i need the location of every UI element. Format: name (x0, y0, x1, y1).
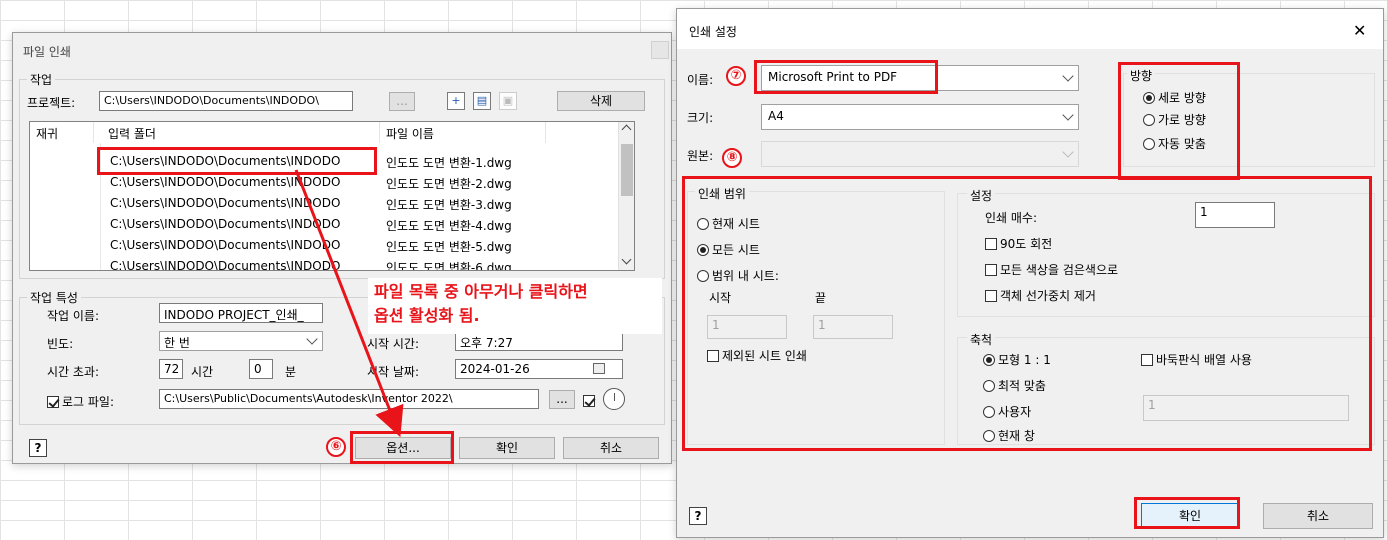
row-folder: C:\Users\INDODO\Documents\INDODO (110, 217, 341, 231)
paper-size-label: 크기: (687, 111, 714, 125)
col-folder-header[interactable]: 입력 폴더 (102, 122, 380, 143)
list-scrollbar[interactable] (618, 122, 634, 270)
help-icon[interactable]: ? (29, 439, 47, 457)
project-path-field[interactable]: C:\Users\INDODO\Documents\INDODO\ (99, 91, 353, 111)
scroll-thumb[interactable] (621, 144, 633, 196)
highlight-printer-name (754, 60, 938, 94)
row-file: 인도도 도면 변환-4.dwg (386, 219, 512, 233)
highlight-orientation (1118, 62, 1240, 180)
ok-button[interactable]: 확인 (459, 437, 555, 459)
close-icon[interactable] (651, 41, 669, 59)
row-folder: C:\Users\INDODO\Documents\INDODO (110, 238, 341, 252)
timeout-label: 시간 초과: (47, 365, 100, 379)
row-file: 인도도 도면 변환-6.dwg (386, 261, 512, 271)
chevron-down-icon (306, 333, 318, 345)
log-file-field[interactable]: C:\Users\Public\Documents\Autodesk\Inven… (159, 389, 539, 409)
add-disabled-icon: ▣ (499, 92, 517, 110)
table-row[interactable]: C:\Users\INDODO\Documents\INDODO 인도도 도면 … (30, 213, 620, 234)
step-6-badge: ⑥ (326, 437, 346, 457)
file-list[interactable]: 재귀 입력 폴더 파일 이름 C:\Users\INDODO\Documents… (29, 121, 635, 271)
row-folder: C:\Users\INDODO\Documents\INDODO (110, 175, 341, 189)
highlight-print-options (682, 176, 1372, 451)
row-folder: C:\Users\INDODO\Documents\INDODO (110, 196, 341, 210)
cancel-button[interactable]: 취소 (563, 437, 659, 459)
title-bar (677, 9, 1383, 49)
table-row[interactable]: C:\Users\INDODO\Documents\INDODO 인도도 도면 … (30, 234, 620, 255)
callout-line-1: 파일 목록 중 아무거나 클릭하면 (374, 282, 588, 301)
dialog-title: 인쇄 설정 (689, 25, 737, 39)
row-file: 인도도 도면 변환-1.dwg (386, 156, 512, 170)
add-folder-icon[interactable]: ▤ (473, 92, 491, 110)
delete-button[interactable]: 삭제 (557, 91, 645, 111)
callout-line-2: 옵션 활성화 됨. (374, 306, 480, 325)
start-time-label: 시작 시간: (367, 337, 420, 351)
log-browse-button[interactable]: ... (549, 390, 575, 409)
job-name-field[interactable]: INDODO PROJECT_인쇄_ (159, 303, 323, 323)
paper-size-value: A4 (768, 109, 784, 123)
timeout-minutes-field[interactable]: 0 (249, 359, 273, 379)
step-7-badge: ⑦ (726, 66, 746, 86)
help-icon[interactable]: ? (689, 507, 707, 525)
hours-unit: 시간 (191, 365, 214, 379)
calendar-icon[interactable] (593, 363, 605, 374)
project-browse-button[interactable]: ... (389, 92, 415, 111)
log-file-label: 로그 파일: (62, 395, 115, 409)
task-group-label: 작업 (27, 71, 56, 88)
minutes-unit: 분 (285, 365, 297, 379)
row-file: 인도도 도면 변환-3.dwg (386, 198, 512, 212)
clock-hand (614, 393, 615, 401)
table-row[interactable]: C:\Users\INDODO\Documents\INDODO 인도도 도면 … (30, 192, 620, 213)
scroll-up-icon[interactable] (621, 124, 632, 135)
job-name-label: 작업 이름: (47, 309, 100, 323)
close-icon[interactable]: ✕ (1353, 21, 1366, 40)
highlight-first-row (97, 147, 377, 175)
timeout-hours-field[interactable]: 72 (159, 359, 183, 379)
chevron-down-icon (1062, 109, 1074, 121)
highlight-ok-button (1134, 497, 1240, 529)
highlight-options-button (350, 431, 454, 464)
job-properties-label: 작업 특성 (27, 289, 81, 306)
file-print-dialog: 파일 인쇄 작업 프로젝트: C:\Users\INDODO\Documents… (12, 32, 672, 464)
frequency-label: 빈도: (47, 337, 74, 351)
source-label: 원본: (687, 149, 714, 163)
scroll-down-icon[interactable] (621, 254, 632, 265)
clock-icon[interactable] (603, 388, 625, 410)
chevron-down-icon (1062, 146, 1074, 158)
frequency-value: 한 번 (164, 336, 190, 350)
row-folder: C:\Users\INDODO\Documents\INDODO (110, 259, 341, 271)
step-8-badge: ⑧ (722, 148, 742, 168)
dialog-title: 파일 인쇄 (23, 45, 71, 59)
col-recursive-header[interactable]: 재귀 (30, 122, 94, 143)
add-file-icon[interactable]: + (447, 92, 465, 110)
start-date-label: 시작 날짜: (367, 365, 420, 379)
source-select (761, 141, 1079, 167)
log-file-checkbox[interactable] (47, 396, 59, 408)
paper-size-select[interactable]: A4 (761, 104, 1079, 130)
row-file: 인도도 도면 변환-5.dwg (386, 240, 512, 254)
printer-name-label: 이름: (687, 73, 714, 87)
log-file-label-wrap[interactable]: 로그 파일: (47, 393, 114, 410)
frequency-select[interactable]: 한 번 (159, 331, 323, 351)
log-open-checkbox[interactable] (583, 395, 595, 407)
row-file: 인도도 도면 변환-2.dwg (386, 177, 512, 191)
table-row[interactable]: C:\Users\INDODO\Documents\INDODO 인도도 도면 … (30, 255, 620, 271)
chevron-down-icon (1062, 70, 1074, 82)
annotation-callout: 파일 목록 중 아무거나 클릭하면 옵션 활성화 됨. (368, 278, 662, 334)
start-time-field[interactable]: 오후 7:27 (455, 331, 623, 351)
project-label: 프로젝트: (27, 96, 76, 110)
cancel-button[interactable]: 취소 (1263, 503, 1373, 529)
col-filename-header[interactable]: 파일 이름 (380, 122, 546, 143)
